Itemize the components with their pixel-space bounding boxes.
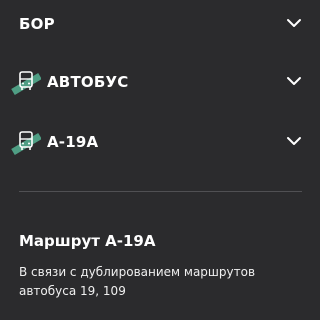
route-selector[interactable]: А-19А xyxy=(0,122,320,162)
bus-icon xyxy=(11,131,41,156)
chevron-down-icon[interactable] xyxy=(286,135,302,147)
route-selector-value: А-19А xyxy=(47,133,99,151)
route-description: В связи с дублированием маршрутов автобу… xyxy=(19,265,256,298)
chevron-down-icon[interactable] xyxy=(286,17,302,29)
transport-type-value: АВТОБУС xyxy=(47,73,129,91)
city-selector-value: БОР xyxy=(19,15,55,33)
section-divider xyxy=(19,191,302,192)
transport-type-selector[interactable]: АВТОБУС xyxy=(0,62,320,102)
route-title: Маршрут А-19А xyxy=(19,232,156,250)
chevron-down-icon[interactable] xyxy=(286,75,302,87)
bus-icon xyxy=(11,71,41,96)
route-info-screen: БОР АВТОБУС А-19А Маршрут А-19А В связи … xyxy=(0,0,320,320)
city-selector[interactable]: БОР xyxy=(0,4,320,44)
